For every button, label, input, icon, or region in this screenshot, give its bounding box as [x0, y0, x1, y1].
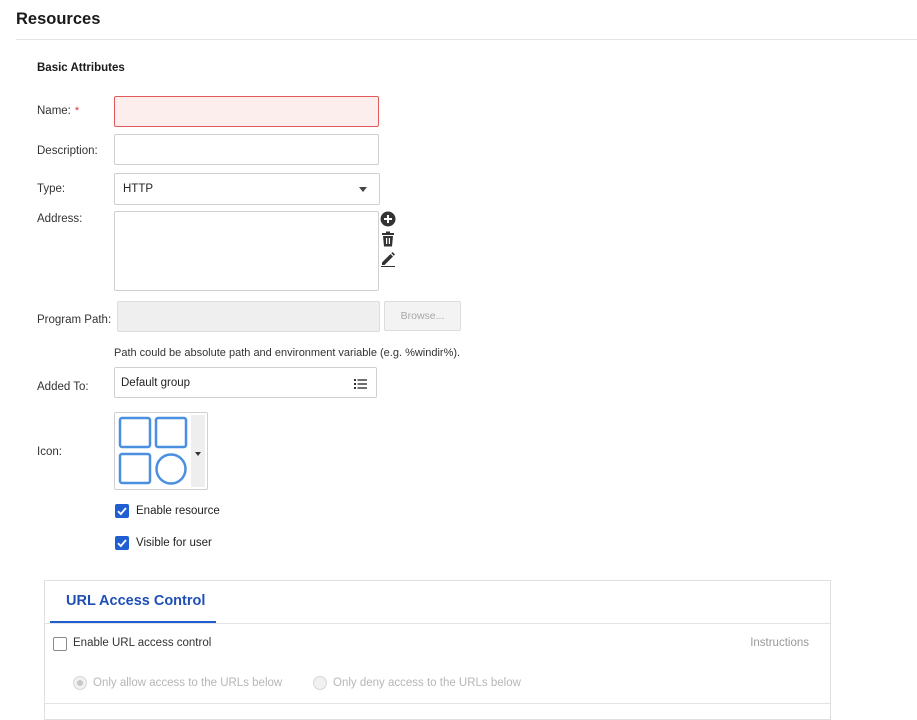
- path-hint: Path could be absolute path and environm…: [114, 347, 461, 359]
- enable-url-access-label: Enable URL access control: [73, 637, 212, 649]
- deny-radio[interactable]: [313, 676, 327, 690]
- type-select[interactable]: HTTP: [114, 173, 380, 205]
- radio-selected-dot: [77, 680, 83, 686]
- tab-label: URL Access Control: [66, 593, 206, 609]
- address-list[interactable]: [114, 211, 379, 291]
- icon-picker-dropdown[interactable]: [191, 415, 205, 487]
- visible-user-label: Visible for user: [136, 537, 212, 549]
- tab-divider: [45, 623, 830, 624]
- name-input[interactable]: [114, 96, 379, 127]
- enable-resource-checkbox[interactable]: [115, 504, 129, 518]
- deny-radio-label: Only deny access to the URLs below: [333, 677, 521, 689]
- type-select-value: HTTP: [123, 183, 154, 195]
- visible-user-checkbox[interactable]: [115, 536, 129, 550]
- description-input[interactable]: [114, 134, 379, 165]
- name-label-text: Name:: [37, 105, 71, 117]
- name-label: Name: *: [37, 105, 79, 117]
- panel-divider: [45, 703, 830, 704]
- allow-radio[interactable]: [73, 676, 87, 690]
- page-title: Resources: [16, 10, 101, 28]
- added-to-field[interactable]: Default group: [114, 367, 377, 398]
- instructions-link[interactable]: Instructions: [750, 637, 809, 649]
- list-icon[interactable]: [354, 377, 367, 389]
- url-access-panel: URL Access Control Enable URL access con…: [44, 580, 831, 720]
- tab-url-access-control[interactable]: URL Access Control: [50, 581, 216, 623]
- added-to-label: Added To:: [37, 381, 89, 393]
- chevron-down-icon: [359, 187, 367, 192]
- description-label: Description:: [37, 145, 98, 157]
- added-to-value: Default group: [121, 377, 191, 389]
- trash-icon[interactable]: [380, 231, 396, 247]
- page-header: Resources: [16, 8, 917, 40]
- enable-url-access-checkbox[interactable]: [53, 637, 67, 651]
- add-circle-icon[interactable]: [380, 211, 396, 227]
- shapes-icon: [117, 415, 191, 487]
- enable-resource-label: Enable resource: [136, 505, 220, 517]
- icon-picker[interactable]: [114, 412, 208, 490]
- required-asterisk: *: [74, 105, 80, 117]
- program-path-input: [117, 301, 380, 332]
- allow-radio-label: Only allow access to the URLs below: [93, 677, 283, 689]
- address-label: Address:: [37, 213, 83, 225]
- pencil-icon[interactable]: [380, 251, 396, 267]
- browse-button[interactable]: Browse...: [384, 301, 461, 331]
- caret-down-icon: [195, 452, 201, 456]
- icon-label: Icon:: [37, 446, 62, 458]
- type-label: Type:: [37, 183, 66, 195]
- section-title-basic-attributes: Basic Attributes: [37, 62, 125, 74]
- program-path-label: Program Path:: [37, 314, 112, 326]
